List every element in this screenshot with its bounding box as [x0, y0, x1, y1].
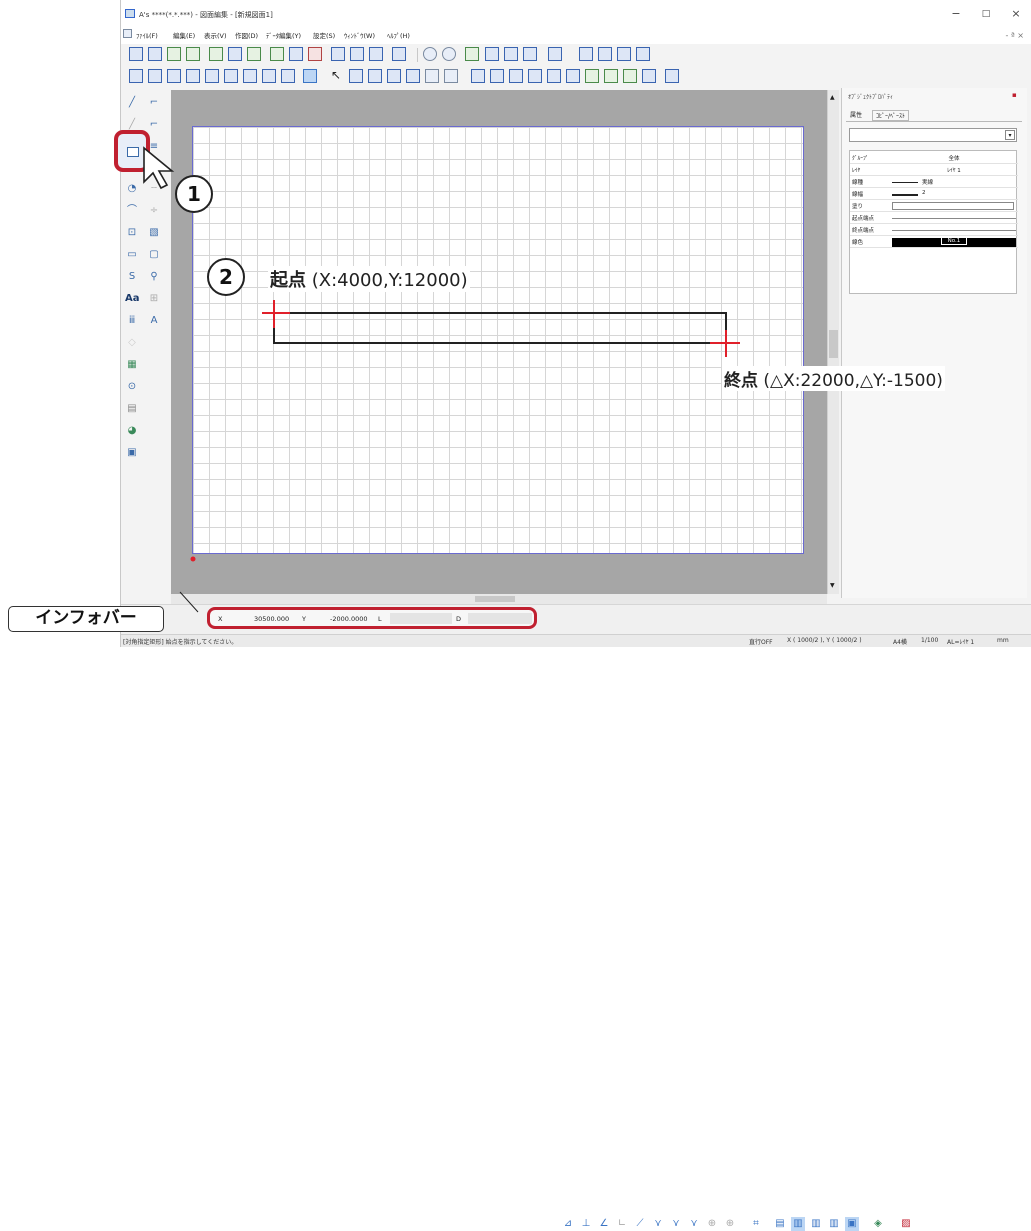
snap-intersection-icon[interactable]: ⋎ — [651, 1217, 665, 1231]
snap-angle-icon[interactable]: ∠ — [597, 1217, 611, 1231]
snap-end-icon[interactable]: ⟋ — [633, 1217, 647, 1231]
snap-point-icon[interactable]: ⊕ — [723, 1217, 737, 1231]
layer-icon[interactable]: ◈ — [871, 1217, 885, 1231]
view-mode-2-icon[interactable]: ▥ — [791, 1217, 805, 1231]
infobar-leader-line — [179, 591, 199, 613]
snap-center-icon[interactable]: ⋎ — [687, 1217, 701, 1231]
snap-tangent-icon[interactable]: ∟ — [615, 1217, 629, 1231]
infobar-label: インフォバー — [8, 606, 164, 632]
annotation-overlay — [179, 300, 740, 613]
snap-midpoint-icon[interactable]: ⊿ — [561, 1217, 575, 1231]
cursor-arrow-path — [143, 146, 175, 190]
view-mode-1-icon[interactable]: ▤ — [773, 1217, 787, 1231]
callout-1: 1 — [175, 175, 213, 213]
grid-snap-icon[interactable]: ⌗ — [749, 1217, 763, 1231]
end-label: 終点 — [724, 371, 758, 391]
end-point-annotation: 終点 (△X:22000,△Y:-1500) — [722, 366, 945, 391]
view-mode-4-icon[interactable]: ▥ — [827, 1217, 841, 1231]
end-coords: (△X:22000,△Y:-1500) — [763, 371, 943, 391]
callout-2: 2 — [207, 258, 245, 296]
start-coords: (X:4000,Y:12000) — [311, 270, 468, 291]
start-label: 起点 — [270, 270, 306, 291]
view-mode-5-icon[interactable]: ▣ — [845, 1217, 859, 1231]
drawn-rectangle — [273, 312, 727, 344]
snap-quad-icon[interactable]: ⊕ — [705, 1217, 719, 1231]
snap-near-icon[interactable]: ⋎ — [669, 1217, 683, 1231]
start-point-annotation: 起点 (X:4000,Y:12000) — [268, 266, 470, 292]
snap-perpendicular-icon[interactable]: ⊥ — [579, 1217, 593, 1231]
delete-view-icon[interactable]: ▨ — [899, 1217, 913, 1231]
view-mode-3-icon[interactable]: ▥ — [809, 1217, 823, 1231]
